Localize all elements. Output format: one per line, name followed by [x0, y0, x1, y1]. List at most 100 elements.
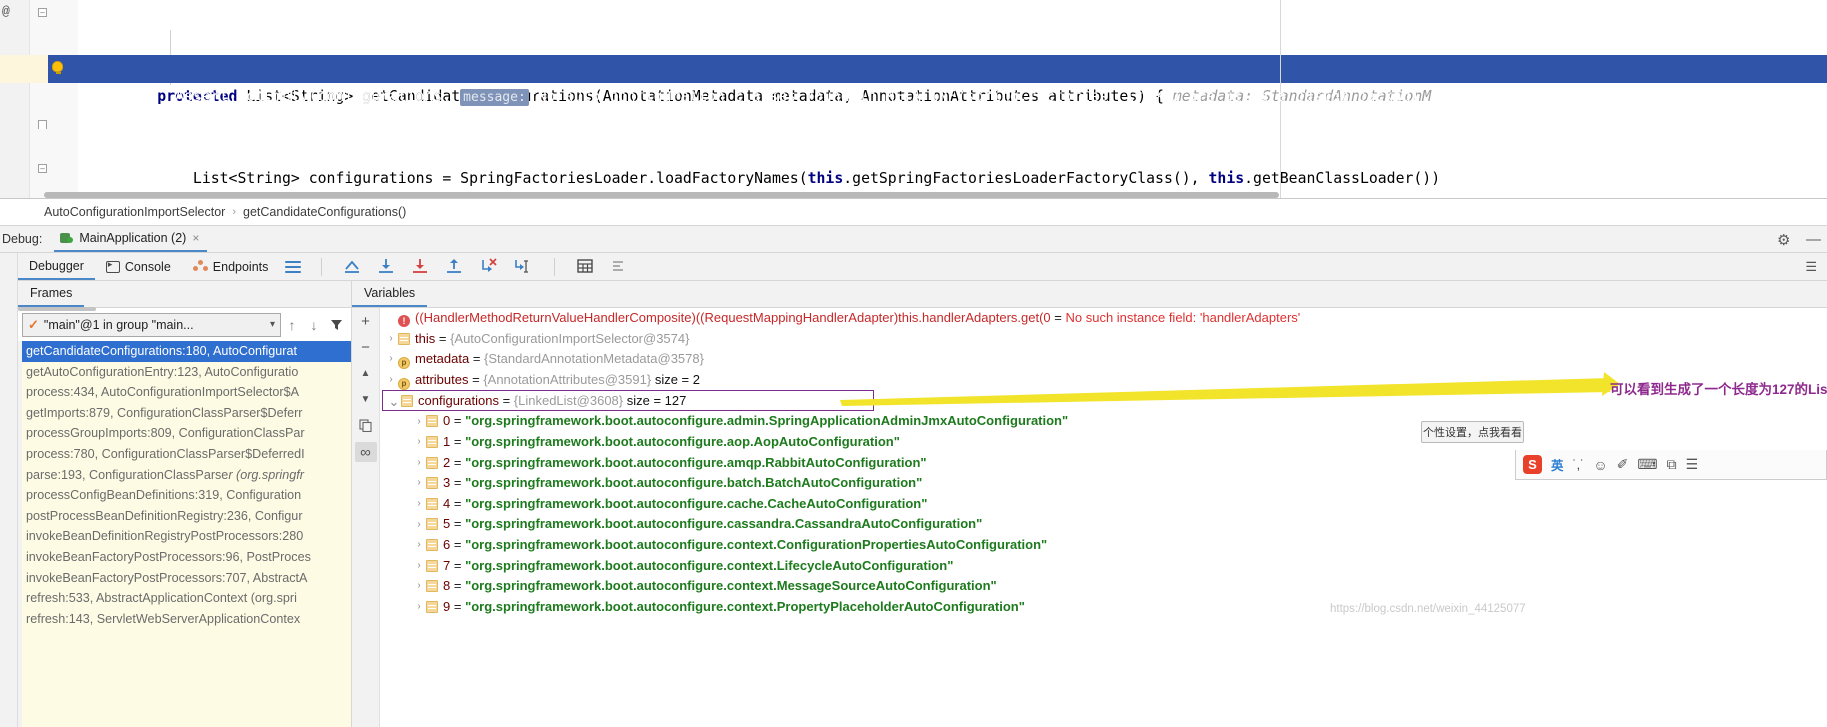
- frames-tab-label[interactable]: Frames: [18, 286, 85, 307]
- chevron-right-icon[interactable]: ›: [384, 349, 398, 370]
- layout-icon[interactable]: [285, 260, 302, 273]
- variable-row[interactable]: › this = {AutoConfigurationImportSelector…: [380, 329, 1827, 350]
- chevron-right-icon[interactable]: ›: [412, 412, 426, 433]
- copy-icon[interactable]: [356, 416, 376, 434]
- step-into-icon[interactable]: [410, 256, 432, 278]
- move-watch-up-button[interactable]: ▲: [356, 364, 376, 382]
- frame-row[interactable]: getImports:879, ConfigurationClassParser…: [22, 403, 351, 424]
- ime-menu-icon[interactable]: ☰: [1686, 456, 1699, 473]
- variables-side-toolbar[interactable]: + − ▲ ▼ ∞: [352, 308, 380, 727]
- gear-icon[interactable]: [1777, 232, 1792, 247]
- evaluate-expression-icon[interactable]: [575, 256, 597, 278]
- ime-keyboard-icon[interactable]: ⌨: [1637, 456, 1657, 473]
- chevron-right-icon[interactable]: ›: [384, 370, 398, 391]
- run-to-cursor-icon[interactable]: [512, 256, 534, 278]
- frame-row[interactable]: getCandidateConfigurations:180, AutoConf…: [22, 341, 351, 362]
- fold-end-icon[interactable]: [38, 120, 47, 129]
- frame-row[interactable]: invokeBeanDefinitionRegistryPostProcesso…: [22, 526, 351, 547]
- variable-row[interactable]: › 9 = "org.springframework.boot.autoconfi…: [380, 597, 1827, 618]
- tab-debugger[interactable]: Debugger: [18, 253, 95, 280]
- variable-name: configurations: [418, 393, 499, 409]
- chevron-right-icon[interactable]: ›: [412, 576, 426, 597]
- code-editor[interactable]: @ – – protected List<String> getCandidat…: [0, 0, 1827, 199]
- breadcrumb[interactable]: AutoConfigurationImportSelector › getCan…: [0, 199, 1827, 226]
- fold-collapse-icon-2[interactable]: –: [38, 164, 47, 173]
- variable-row[interactable]: › 4 = "org.springframework.boot.autoconfi…: [380, 494, 1827, 515]
- chevron-right-icon[interactable]: ›: [412, 556, 426, 577]
- frame-up-button[interactable]: ↑: [281, 314, 303, 336]
- frame-row[interactable]: postProcessBeanDefinitionRegistry:236, C…: [22, 506, 351, 527]
- add-watch-button[interactable]: +: [356, 312, 376, 330]
- chevron-right-icon[interactable]: ›: [384, 329, 398, 350]
- chevron-right-icon[interactable]: ›: [412, 432, 426, 453]
- frame-row[interactable]: process:434, AutoConfigurationImportSele…: [22, 382, 351, 403]
- frames-horizontal-scrollbar[interactable]: [18, 307, 96, 311]
- fold-collapse-icon[interactable]: –: [38, 8, 47, 17]
- chevron-right-icon[interactable]: ›: [412, 494, 426, 515]
- step-over-icon[interactable]: [376, 256, 398, 278]
- frame-row[interactable]: parse:193, ConfigurationClassParser (org…: [22, 465, 351, 486]
- intention-bulb-icon[interactable]: [52, 61, 63, 74]
- step-out-icon[interactable]: [444, 256, 466, 278]
- chevron-right-icon[interactable]: ›: [412, 473, 426, 494]
- minimize-icon[interactable]: —: [1806, 232, 1821, 247]
- show-execution-point-icon[interactable]: [342, 256, 364, 278]
- frame-row[interactable]: processGroupImports:809, ConfigurationCl…: [22, 423, 351, 444]
- frame-row[interactable]: invokeBeanFactoryPostProcessors:96, Post…: [22, 547, 351, 568]
- frame-row[interactable]: processConfigBeanDefinitions:319, Config…: [22, 485, 351, 506]
- frame-down-button[interactable]: ↓: [303, 314, 325, 336]
- variable-row[interactable]: › 7 = "org.springframework.boot.autoconfi…: [380, 556, 1827, 577]
- variable-value: "org.springframework.boot.autoconfigure.…: [465, 557, 954, 573]
- chevron-down-icon[interactable]: ⌄: [387, 395, 401, 408]
- chevron-right-icon[interactable]: ›: [412, 453, 426, 474]
- close-icon[interactable]: ×: [192, 231, 199, 245]
- variables-tab-label[interactable]: Variables: [352, 286, 428, 307]
- breadcrumb-class[interactable]: AutoConfigurationImportSelector: [44, 205, 225, 219]
- thread-selector[interactable]: ✓ "main"@1 in group "main... ▾: [22, 312, 281, 337]
- chevron-right-icon[interactable]: ›: [412, 597, 426, 618]
- frame-row[interactable]: invokeBeanFactoryPostProcessors:707, Abs…: [22, 568, 351, 589]
- variable-equals: =: [468, 371, 484, 387]
- filter-icon[interactable]: [325, 314, 347, 336]
- debugger-left-rail[interactable]: [0, 253, 18, 727]
- frame-row-label: getCandidateConfigurations:180, AutoConf…: [26, 344, 297, 358]
- debugger-tabstrip[interactable]: Debugger Console Endpoints: [0, 253, 1827, 281]
- variable-row[interactable]: › p metadata = {StandardAnnotationMetadata…: [380, 349, 1827, 370]
- variable-row[interactable]: ⌄ configurations = {LinkedList@3608} size…: [382, 390, 874, 412]
- editor-fold-gutter[interactable]: – –: [30, 0, 78, 199]
- variable-row[interactable]: › 5 = "org.springframework.boot.autoconfi…: [380, 514, 1827, 535]
- debug-run-config-tab[interactable]: MainApplication (2) ×: [54, 226, 208, 252]
- sogou-logo-icon[interactable]: S: [1523, 455, 1542, 474]
- thread-running-icon: ✓: [28, 316, 39, 332]
- frame-row[interactable]: refresh:533, AbstractApplicationContext …: [22, 588, 351, 609]
- error-icon: !: [398, 315, 410, 327]
- ime-voice-icon[interactable]: ✐: [1617, 456, 1629, 473]
- variable-row[interactable]: ! ((HandlerMethodReturnValueHandlerCompos…: [380, 308, 1827, 329]
- frame-row[interactable]: refresh:143, ServletWebServerApplication…: [22, 609, 351, 630]
- ime-language-indicator[interactable]: 英: [1551, 455, 1564, 474]
- breadcrumb-method[interactable]: getCandidateConfigurations(): [243, 205, 406, 219]
- inspect-icon[interactable]: ∞: [354, 442, 377, 462]
- frame-row[interactable]: getAutoConfigurationEntry:123, AutoConfi…: [22, 362, 351, 383]
- chevron-right-icon[interactable]: ›: [412, 515, 426, 536]
- variable-row[interactable]: › 6 = "org.springframework.boot.autoconfi…: [380, 535, 1827, 556]
- tab-console[interactable]: Console: [95, 253, 182, 280]
- variable-row[interactable]: › 0 = "org.springframework.boot.autoconfi…: [380, 411, 1827, 432]
- ime-emoji-icon[interactable]: ☺: [1593, 457, 1607, 473]
- ime-toolbar[interactable]: S 英 ˙,˙ ☺ ✐ ⌨ ⧉ ☰: [1515, 450, 1827, 480]
- variable-row[interactable]: › 8 = "org.springframework.boot.autoconfi…: [380, 576, 1827, 597]
- frames-list[interactable]: getCandidateConfigurations:180, AutoConf…: [22, 341, 351, 727]
- frame-row[interactable]: process:780, ConfigurationClassParser$De…: [22, 444, 351, 465]
- drop-frame-icon[interactable]: [478, 256, 500, 278]
- mute-breakpoints-icon[interactable]: [609, 256, 631, 278]
- debug-tabstrip-menu-icon[interactable]: ☰: [1805, 259, 1817, 275]
- variables-tree[interactable]: ! ((HandlerMethodReturnValueHandlerCompos…: [380, 308, 1827, 727]
- ime-toolbox-icon[interactable]: ⧉: [1667, 456, 1677, 473]
- ime-tooltip[interactable]: 个性设置，点我看看: [1421, 421, 1524, 443]
- chevron-right-icon[interactable]: ›: [412, 535, 426, 556]
- ime-punctuation-icon[interactable]: ˙,˙: [1573, 458, 1585, 472]
- tab-endpoints[interactable]: Endpoints: [182, 253, 280, 280]
- move-watch-down-button[interactable]: ▼: [356, 390, 376, 408]
- debugger-toolbar[interactable]: [285, 256, 631, 278]
- remove-watch-button[interactable]: −: [356, 338, 376, 356]
